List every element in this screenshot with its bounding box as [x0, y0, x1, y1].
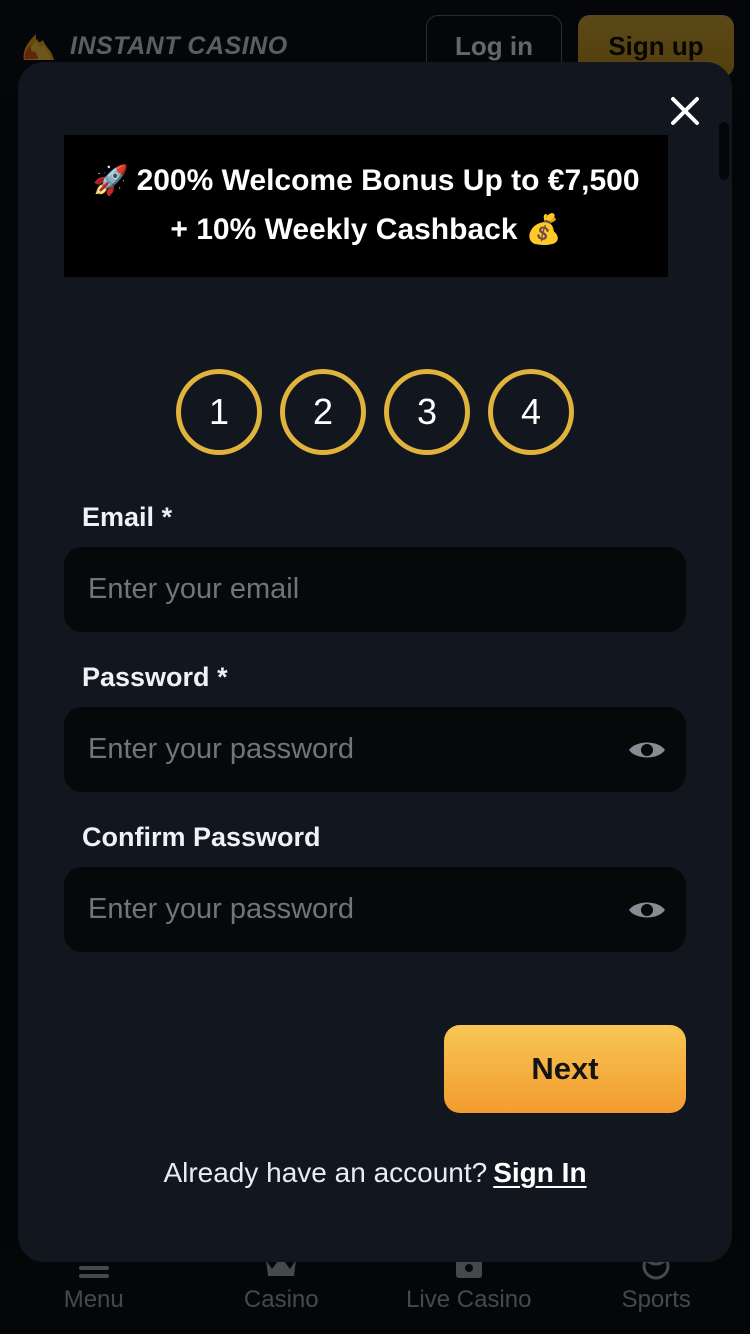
email-label: Email * — [64, 502, 686, 533]
password-field-group: Password * — [64, 662, 686, 792]
password-input[interactable] — [64, 707, 686, 792]
promo-banner: 🚀 200% Welcome Bonus Up to €7,500 + 10% … — [64, 135, 668, 277]
email-label-text: Email — [82, 502, 155, 532]
signup-modal: 🚀 200% Welcome Bonus Up to €7,500 + 10% … — [18, 62, 732, 1262]
close-icon[interactable] — [658, 84, 712, 138]
confirm-password-field-group: Confirm Password — [64, 822, 686, 952]
step-2[interactable]: 2 — [280, 369, 366, 455]
signup-modal-body: 🚀 200% Welcome Bonus Up to €7,500 + 10% … — [18, 62, 732, 1262]
promo-text-2: + 10% Weekly Cashback — [170, 213, 518, 246]
modal-scrollbar-thumb[interactable] — [719, 122, 729, 180]
signin-prompt-text: Already have an account? — [163, 1157, 488, 1188]
step-indicator: 1 2 3 4 — [18, 369, 732, 455]
step-4[interactable]: 4 — [488, 369, 574, 455]
eye-icon[interactable] — [624, 890, 670, 930]
confirm-password-label-text: Confirm Password — [82, 822, 321, 852]
step-3[interactable]: 3 — [384, 369, 470, 455]
money-bag-icon: 💰 — [525, 213, 562, 246]
email-input-wrap — [64, 547, 686, 632]
confirm-password-label: Confirm Password — [64, 822, 686, 853]
password-required-mark: * — [217, 662, 228, 692]
email-field-group: Email * — [64, 502, 686, 632]
password-label: Password * — [64, 662, 686, 693]
password-label-text: Password — [82, 662, 210, 692]
eye-icon[interactable] — [624, 730, 670, 770]
password-input-wrap — [64, 707, 686, 792]
promo-line-2: + 10% Weekly Cashback 💰 — [170, 206, 561, 255]
step-1[interactable]: 1 — [176, 369, 262, 455]
email-required-mark: * — [161, 502, 173, 532]
signin-prompt: Already have an account? Sign In — [18, 1157, 732, 1189]
promo-line-1: 🚀 200% Welcome Bonus Up to €7,500 — [92, 157, 639, 206]
submit-row: Next — [64, 1025, 686, 1113]
confirm-password-input[interactable] — [64, 867, 686, 952]
signup-form: Email * Password * — [64, 502, 686, 952]
rocket-icon: 🚀 — [92, 165, 129, 198]
email-input[interactable] — [64, 547, 686, 632]
confirm-password-input-wrap — [64, 867, 686, 952]
app-root: INSTANT CASINO Log in Sign up Menu — [0, 0, 750, 1334]
next-button[interactable]: Next — [444, 1025, 686, 1113]
sign-in-link[interactable]: Sign In — [493, 1157, 586, 1188]
promo-text-1: 200% Welcome Bonus Up to €7,500 — [136, 164, 640, 198]
